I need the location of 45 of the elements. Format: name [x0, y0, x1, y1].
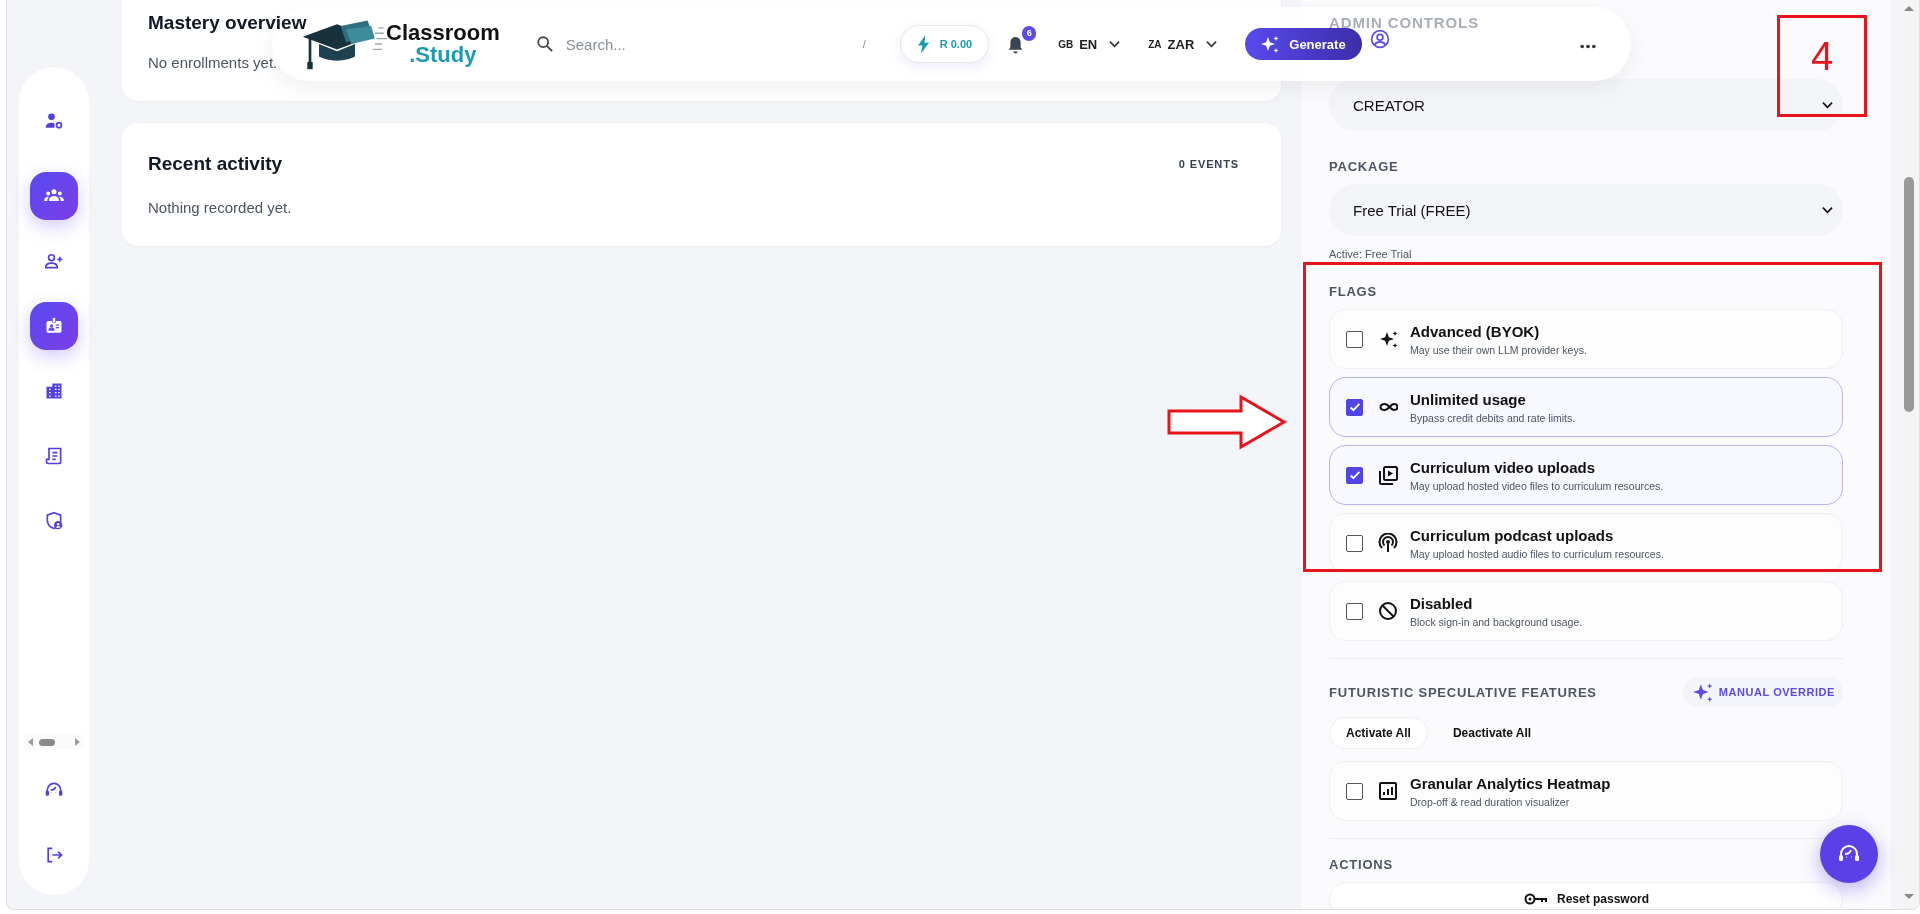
flag-option[interactable]: Unlimited usage Bypass credit debits and rate limits.	[1329, 377, 1843, 437]
feature-title: Granular Analytics Heatmap	[1410, 774, 1611, 792]
flag-description: May upload hosted video files to curriculum resources.	[1410, 479, 1664, 492]
flag-option[interactable]: Curriculum video uploads May upload hosted video files to curriculum resources.	[1329, 445, 1843, 505]
feature-description: Drop-off & read duration visualizer	[1410, 795, 1571, 808]
logo-text: .Study	[409, 44, 477, 66]
section-label: PACKAGE	[1329, 159, 1400, 174]
manual-override-badge: MANUAL OVERRIDE	[1682, 677, 1843, 707]
package-note: Active: Free Trial	[1329, 248, 1413, 260]
section-label: FUTURISTIC SPECULATIVE FEATURES	[1329, 684, 1597, 700]
flag-option[interactable]: Disabled Block sign-in and background usage.	[1329, 581, 1843, 641]
language-dropdown[interactable]: GB EN	[1052, 35, 1127, 53]
flag-title: Disabled	[1410, 594, 1474, 612]
empty-message: Nothing recorded yet.	[148, 199, 292, 216]
empty-message: No enrollments yet.	[148, 54, 278, 71]
flag-description: Block sign-in and background usage.	[1410, 615, 1583, 628]
notifications-button[interactable]: 6	[1003, 26, 1037, 62]
section-label: ADMIN CONTROLS	[1329, 14, 1480, 31]
section-label: ACTIONS	[1329, 857, 1394, 872]
flag-title: Advanced (BYOK)	[1410, 322, 1541, 340]
card-title: Mastery overview	[148, 12, 307, 34]
flag-option[interactable]: Advanced (BYOK) May use their own LLM provider keys.	[1329, 309, 1843, 369]
currency-dropdown[interactable]: ZA ZAR	[1142, 35, 1224, 53]
flag-option[interactable]: Curriculum podcast uploads May upload hosted audio files to curriculum resources.	[1329, 513, 1843, 573]
flag-title: Unlimited usage	[1410, 390, 1527, 408]
generate-button[interactable]: Generate	[1245, 28, 1362, 60]
section-label: FLAGS	[1329, 284, 1378, 299]
deactivate-all-button[interactable]: Deactivate All	[1435, 717, 1549, 749]
reset-password-button[interactable]: Reset password	[1329, 882, 1843, 909]
card-title: Recent activity	[148, 153, 283, 175]
notification-count: 6	[1022, 26, 1037, 41]
package-select[interactable]: Free Trial (FREE)	[1329, 184, 1843, 236]
role-select[interactable]: CREATOR	[1329, 79, 1843, 131]
feature-option[interactable]: Granular Analytics Heatmap Drop-off & read duration visualizer	[1329, 761, 1843, 821]
flag-title: Curriculum podcast uploads	[1410, 526, 1615, 544]
flag-title: Curriculum video uploads	[1410, 458, 1597, 476]
flag-description: May upload hosted audio files to curriculum resources.	[1410, 547, 1664, 560]
event-count: 0 EVENTS	[1178, 158, 1239, 170]
search-field[interactable]: Search...	[563, 34, 828, 54]
flag-description: May use their own LLM provider keys.	[1410, 343, 1587, 356]
annotation-number: 4	[1810, 36, 1834, 76]
activate-all-button[interactable]: Activate All	[1329, 717, 1428, 749]
shortcut-hint: /	[862, 38, 866, 50]
flag-description: Bypass credit debits and rate limits.	[1410, 411, 1576, 424]
logo-text: Classroom	[386, 22, 500, 44]
